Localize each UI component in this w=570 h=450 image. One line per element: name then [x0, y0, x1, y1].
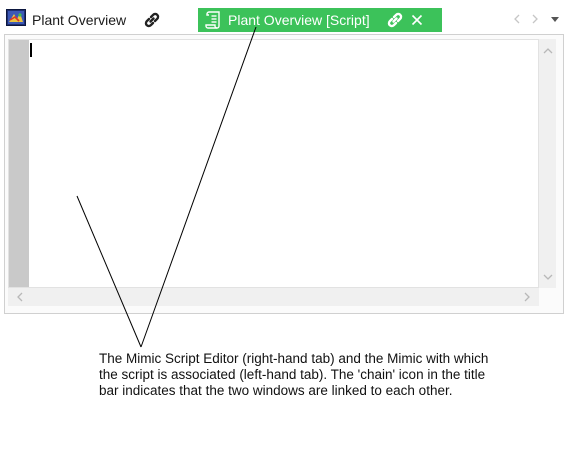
tab-list-dropdown-icon[interactable] — [548, 10, 562, 28]
scroll-tabs-right-icon[interactable] — [528, 10, 542, 28]
tab-mimic[interactable]: Plant Overview — [6, 9, 162, 31]
text-caret — [30, 43, 32, 57]
scroll-up-icon[interactable] — [539, 43, 556, 57]
scroll-left-icon[interactable] — [12, 290, 26, 304]
scroll-down-icon[interactable] — [539, 270, 556, 284]
chain-link-icon — [142, 10, 162, 30]
close-icon[interactable] — [411, 14, 423, 26]
tab-bar: Plant Overview Plant Overview [Script] — [0, 0, 570, 34]
annotation-line: the script is associated (left-hand tab)… — [99, 367, 486, 382]
script-scroll-icon — [204, 10, 222, 30]
chain-link-icon — [385, 10, 405, 30]
tab-script[interactable]: Plant Overview [Script] — [198, 8, 442, 32]
annotation-callout: The Mimic Script Editor (right-hand tab)… — [99, 351, 539, 399]
annotation-line: The Mimic Script Editor (right-hand tab)… — [99, 351, 489, 366]
mimic-icon — [6, 9, 26, 31]
script-editor-text-area[interactable] — [8, 39, 539, 288]
horizontal-scrollbar[interactable] — [8, 288, 539, 306]
annotation-line: bar indicates that the two windows are l… — [99, 383, 453, 398]
tab-script-label: Plant Overview [Script] — [228, 12, 370, 28]
vertical-scrollbar[interactable] — [539, 39, 556, 288]
tab-mimic-label: Plant Overview — [32, 12, 127, 28]
scroll-right-icon[interactable] — [520, 290, 534, 304]
line-number-gutter — [9, 40, 29, 287]
scroll-tabs-left-icon[interactable] — [510, 10, 524, 28]
